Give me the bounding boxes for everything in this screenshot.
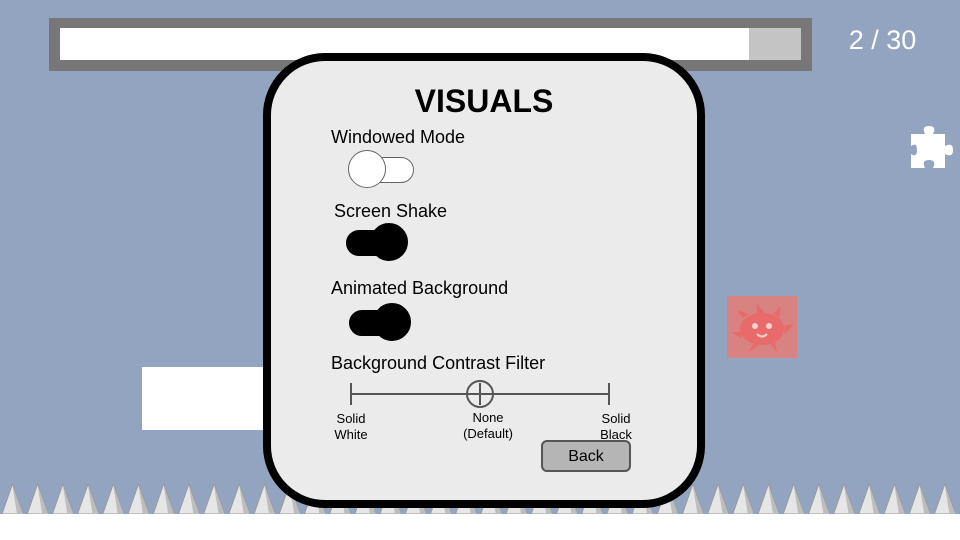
toggle-knob [373, 303, 411, 341]
back-button[interactable]: Back [541, 440, 631, 472]
enemy-block [727, 296, 797, 358]
spiky-blob-enemy-icon [731, 304, 794, 352]
toggle-knob [348, 150, 386, 188]
contrast-filter-label: Background Contrast Filter [331, 353, 546, 373]
floor [0, 514, 960, 540]
animated-background-toggle[interactable] [349, 303, 413, 343]
screen-shake-toggle[interactable] [346, 223, 410, 263]
windowed-mode-label: Windowed Mode [331, 127, 466, 147]
platform-block [142, 367, 272, 430]
screen-shake-label: Screen Shake [334, 201, 448, 221]
puzzle-piece-icon[interactable] [907, 124, 955, 172]
stop-label-line: White [334, 427, 368, 442]
animated-background-label: Animated Background [331, 278, 509, 298]
windowed-mode-toggle[interactable] [348, 150, 414, 190]
dialog-title: VISUALS [414, 83, 554, 119]
stop-label-line: (Default) [463, 426, 513, 441]
stop-label-line: None [472, 410, 504, 425]
stop-label-line: Solid [601, 411, 631, 426]
stop-solid-black-label: Solid Black [586, 411, 646, 443]
level-counter: 2 / 30 [848, 25, 917, 55]
contrast-filter-slider[interactable] [331, 379, 631, 409]
stop-label-line: Solid [336, 411, 366, 426]
toggle-knob [370, 223, 408, 261]
visuals-settings-dialog: VISUALS Windowed Mode Screen Shake Anima… [263, 53, 705, 508]
stop-solid-white-label: Solid White [321, 411, 381, 443]
stop-none-default-label: None (Default) [445, 410, 531, 442]
